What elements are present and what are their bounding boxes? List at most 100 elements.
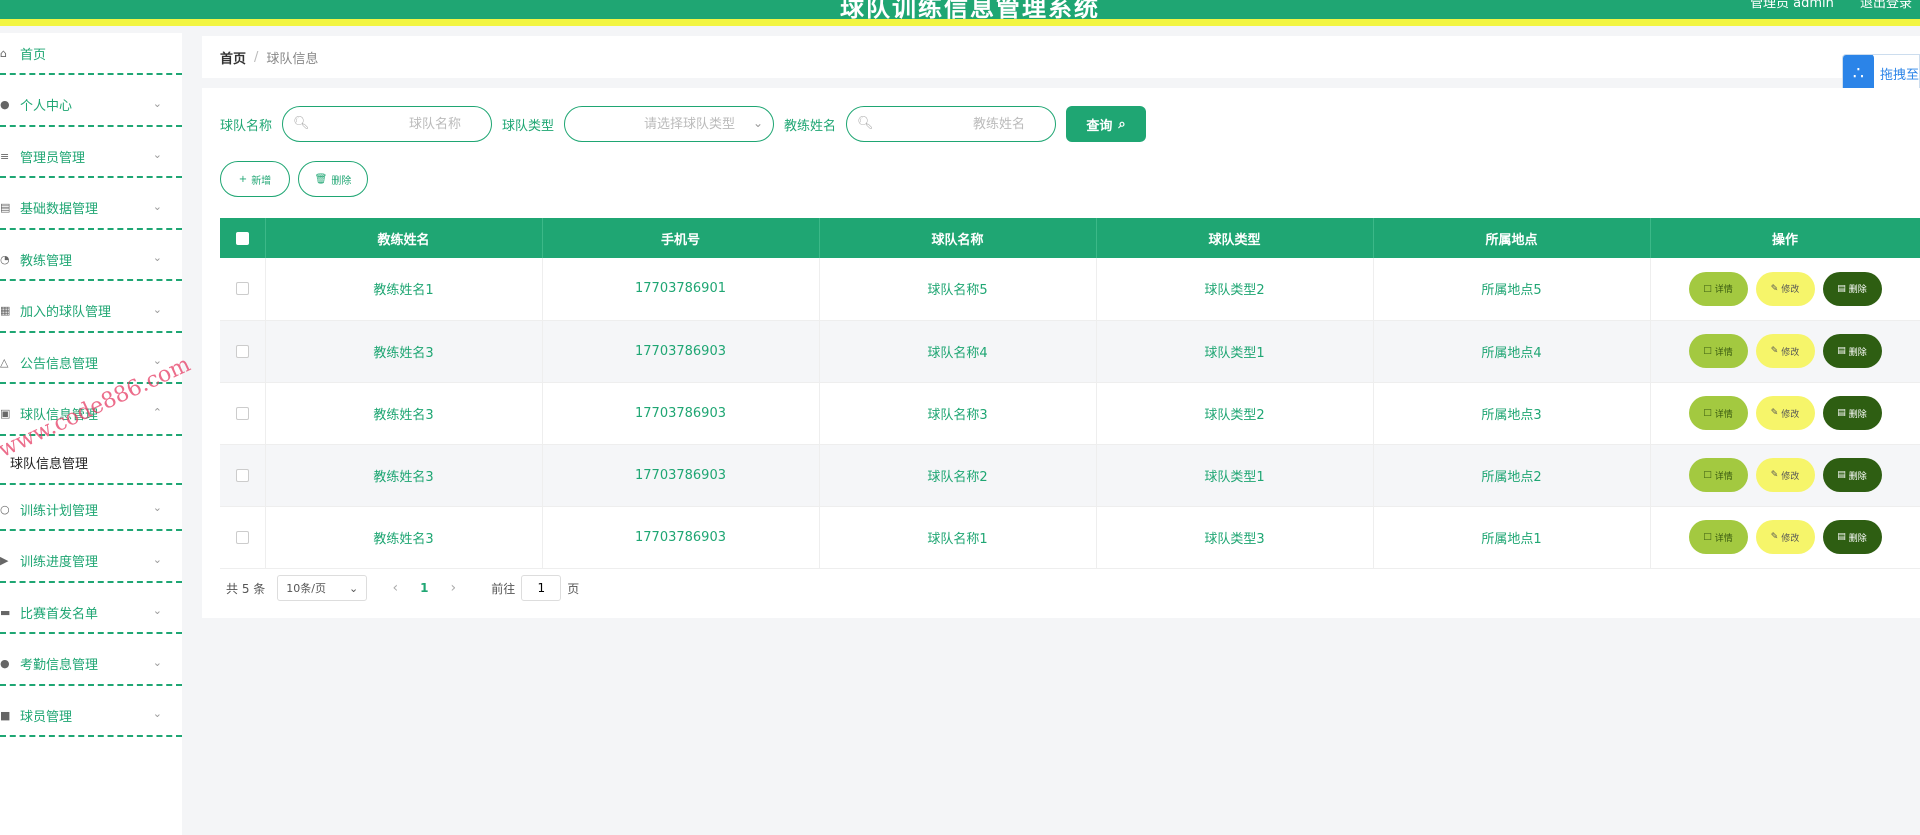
row-checkbox[interactable] [235, 282, 249, 296]
row-delete-button[interactable]: ▤ 删除 [1822, 396, 1882, 430]
detail-button[interactable]: □ 详情 [1688, 520, 1748, 554]
sidebar-item[interactable]: △ 公告信息管理 ⌄ [0, 342, 182, 384]
submenu-item-team-info[interactable]: 球队信息管理 [0, 441, 182, 485]
table-cell: 球队类型2 [1096, 382, 1374, 445]
edit-button[interactable]: ✎ 修改 [1755, 334, 1815, 368]
row-delete-button[interactable]: ▤ 删除 [1822, 334, 1882, 368]
doc-icon: □ [1703, 408, 1712, 418]
drag-widget[interactable]: ∴ 拖拽至 [1842, 54, 1920, 92]
edit-button[interactable]: ✎ 修改 [1755, 396, 1815, 430]
row-checkbox[interactable] [235, 344, 249, 358]
next-page-button[interactable]: › [439, 580, 467, 596]
sidebar-item[interactable]: ▦ 加入的球队管理 ⌄ [0, 291, 182, 333]
sidebar-item[interactable]: ▬ 比赛首发名单 ⌄ [0, 592, 182, 634]
row-checkbox[interactable] [235, 406, 249, 420]
row-select-cell[interactable] [220, 444, 266, 507]
sidebar-item-label: 球员管理 [20, 709, 73, 725]
sidebar-item[interactable]: ≡ 管理员管理 ⌄ [0, 136, 182, 178]
row-select-cell[interactable] [220, 258, 266, 321]
table-row: 教练姓名3 17703786903 球队名称4 球队类型1 所属地点4 □ 详情 ✎ 修改 ▤ 删除 [220, 320, 1920, 383]
team-type-input[interactable] [575, 107, 746, 141]
delete-button[interactable]: 🗑︎ 删除 [298, 161, 368, 197]
row-select-cell[interactable] [220, 320, 266, 383]
logout-link[interactable]: 退出登录 [1860, 0, 1912, 11]
edit-button-label: 修改 [1781, 471, 1800, 482]
sidebar: ⌂ 首页 ● 个人中心 ⌄ ≡ 管理员管理 ⌄ ▤ 基础数据管理 ⌄ ◔ 教练管理 ⌄ ▦ 加入的球队管理 ⌄ △… [0, 33, 182, 835]
row-select-cell[interactable] [220, 382, 266, 445]
row-actions: □ 详情 ✎ 修改 ▤ 删除 [1651, 271, 1920, 306]
page-number[interactable]: 1 [409, 581, 439, 595]
prev-page-button[interactable]: ‹ [381, 580, 409, 596]
table-cell: 球队名称3 [819, 382, 1097, 445]
grid-icon: ▦ [0, 304, 11, 317]
sidebar-item[interactable]: ○ 训练计划管理 ⌄ [0, 489, 182, 531]
sidebar-item[interactable]: ▣ 球队信息管理 ⌃ [0, 394, 182, 436]
doc-icon: □ [1703, 470, 1712, 480]
add-button[interactable]: + 新增 [220, 161, 290, 197]
table-cell: 所属地点5 [1373, 258, 1651, 321]
bell-icon: △ [0, 355, 9, 369]
sidebar-item[interactable]: ◔ 教练管理 ⌄ [0, 239, 182, 281]
page-size-select[interactable]: 10条/页 ⌄ [277, 575, 368, 601]
query-button[interactable]: 查询 ⌕ [1066, 106, 1147, 142]
detail-button[interactable]: □ 详情 [1688, 396, 1748, 430]
chevron-down-icon: ⌄ [152, 552, 162, 566]
select-all-checkbox[interactable] [235, 231, 249, 245]
coach-name-label: 教练姓名 [784, 118, 837, 134]
breadcrumb-separator: / [254, 49, 259, 65]
sidebar-item-label: 考勤信息管理 [20, 658, 99, 673]
drag-widget-label: 拖拽至 [1879, 67, 1919, 83]
pencil-icon: ✎ [1770, 532, 1779, 542]
detail-button[interactable]: □ 详情 [1688, 271, 1748, 306]
user-icon: ● [0, 98, 10, 111]
chevron-down-icon: ⌄ [152, 302, 162, 316]
row-delete-button[interactable]: ▤ 删除 [1822, 520, 1882, 554]
search-icon: 🔍︎ [293, 116, 310, 131]
data-table: 教练姓名 手机号 球队名称 球队类型 所属地点 操作 教练姓名1 17703786… [220, 218, 1920, 569]
user-info[interactable]: 管理员 admin [1750, 0, 1834, 11]
sidebar-item[interactable]: ● 个人中心 ⌄ [0, 85, 182, 127]
sidebar-item-label: 基础数据管理 [20, 202, 99, 217]
team-name-input[interactable] [311, 107, 472, 141]
edit-button[interactable]: ✎ 修改 [1755, 271, 1815, 306]
row-delete-button[interactable]: ▤ 删除 [1822, 271, 1882, 306]
detail-button[interactable]: □ 详情 [1688, 334, 1748, 368]
trash-icon: ▤ [1837, 470, 1846, 480]
chevron-down-icon: ⌄ [152, 251, 162, 264]
row-checkbox[interactable] [235, 530, 249, 544]
table-cell: 球队类型1 [1096, 320, 1374, 383]
breadcrumb-home[interactable]: 首页 [220, 48, 246, 67]
table-cell: 球队类型2 [1096, 258, 1374, 321]
row-checkbox[interactable] [235, 468, 249, 482]
operations-cell: □ 详情 ✎ 修改 ▤ 删除 [1650, 382, 1920, 445]
team-type-select[interactable]: ⌄ [564, 106, 775, 142]
sidebar-item[interactable]: ▤ 基础数据管理 ⌄ [0, 188, 182, 230]
sidebar-item[interactable]: ▶ 训练进度管理 ⌄ [0, 541, 182, 583]
select-all-cell[interactable] [220, 218, 266, 258]
edit-button[interactable]: ✎ 修改 [1755, 458, 1815, 492]
plus-icon: + [238, 173, 248, 185]
sidebar-item-label: 管理员管理 [20, 150, 86, 166]
edit-button[interactable]: ✎ 修改 [1755, 520, 1815, 554]
table-cell: 17703786903 [542, 320, 820, 383]
coach-name-field[interactable]: 🔍︎ [846, 106, 1057, 142]
column-header: 手机号 [542, 218, 820, 258]
row-delete-button[interactable]: ▤ 删除 [1822, 458, 1882, 492]
pencil-icon: ✎ [1770, 470, 1779, 480]
team-name-field[interactable]: 🔍︎ [282, 106, 493, 142]
sidebar-item[interactable]: ● 考勤信息管理 ⌄ [0, 644, 182, 686]
sidebar-item-label: 球队信息管理 [20, 408, 99, 423]
trash-icon: ▤ [1837, 532, 1846, 542]
chevron-down-icon: ⌄ [152, 501, 162, 514]
table-cell: 教练姓名3 [265, 382, 543, 445]
goto-page-input[interactable] [521, 575, 562, 601]
sidebar-item[interactable]: ■ 球员管理 ⌄ [0, 695, 182, 737]
sidebar-item[interactable]: ⌂ 首页 [0, 33, 182, 75]
table-row: 教练姓名3 17703786903 球队名称3 球队类型2 所属地点3 □ 详情 ✎ 修改 ▤ 删除 [220, 382, 1920, 445]
row-delete-button-label: 删除 [1848, 409, 1867, 420]
detail-button[interactable]: □ 详情 [1688, 458, 1748, 492]
row-select-cell[interactable] [220, 506, 266, 569]
sidebar-item-label: 比赛首发名单 [20, 606, 99, 622]
table-cell: 球队类型1 [1096, 444, 1374, 507]
coach-name-input[interactable] [875, 107, 1036, 141]
